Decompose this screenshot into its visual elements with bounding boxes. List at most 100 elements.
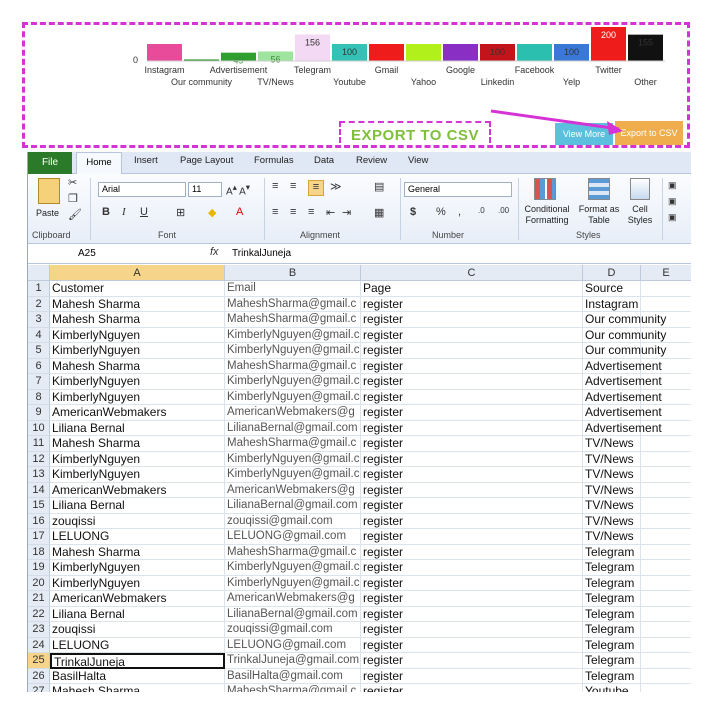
cell-page[interactable]: register: [361, 405, 583, 421]
cell-email[interactable]: MaheshSharma@gmail.c: [225, 684, 361, 692]
cell-customer[interactable]: Mahesh Sharma: [50, 544, 225, 560]
cell-source[interactable]: Youtube: [583, 684, 641, 692]
cell-page[interactable]: register: [361, 498, 583, 514]
tab-page-layout[interactable]: Page Layout: [180, 155, 233, 166]
tab-formulas[interactable]: Formulas: [254, 155, 294, 166]
cell-page[interactable]: register: [361, 544, 583, 560]
cell-empty[interactable]: [641, 452, 691, 467]
cell-email[interactable]: AmericanWebmakers@g: [225, 591, 361, 607]
column-header-e[interactable]: E: [641, 265, 691, 281]
align-middle-icon[interactable]: ≡: [290, 180, 296, 192]
cell-page[interactable]: register: [361, 312, 583, 328]
paste-label[interactable]: Paste: [36, 208, 59, 218]
cell-source[interactable]: Telegram: [583, 544, 641, 560]
cell-customer[interactable]: Mahesh Sharma: [50, 684, 225, 692]
cell-source[interactable]: TV/News: [583, 482, 641, 498]
cell-customer[interactable]: BasilHalta: [50, 668, 225, 684]
row-number[interactable]: 18: [28, 544, 50, 560]
tab-home[interactable]: Home: [76, 152, 122, 175]
row-number[interactable]: 17: [28, 529, 50, 545]
cell-source[interactable]: TV/News: [583, 529, 641, 545]
cell-customer[interactable]: zouqissi: [50, 513, 225, 529]
underline-icon[interactable]: U: [140, 206, 148, 218]
cell-styles-label[interactable]: Cell Styles: [624, 204, 656, 226]
cell-page[interactable]: register: [361, 622, 583, 638]
align-top-icon[interactable]: ≡: [272, 180, 278, 192]
cell-customer[interactable]: KimberlyNguyen: [50, 575, 225, 591]
cell-customer[interactable]: Mahesh Sharma: [50, 312, 225, 328]
cell-source[interactable]: Telegram: [583, 653, 641, 669]
cell-customer[interactable]: AmericanWebmakers: [50, 405, 225, 421]
cell-source[interactable]: Our community: [583, 343, 666, 359]
column-header-a[interactable]: A: [50, 265, 225, 281]
cell-page[interactable]: register: [361, 467, 583, 483]
cell-source[interactable]: Advertisement: [583, 405, 662, 421]
cell-source[interactable]: Telegram: [583, 560, 641, 576]
cell-customer[interactable]: Customer: [50, 281, 225, 297]
cell-email[interactable]: KimberlyNguyen@gmail.c: [225, 374, 361, 390]
cell-page[interactable]: register: [361, 482, 583, 498]
cell-page[interactable]: register: [361, 591, 583, 607]
cell-page[interactable]: register: [361, 575, 583, 591]
tab-insert[interactable]: Insert: [134, 155, 158, 166]
cell-page[interactable]: register: [361, 374, 583, 390]
cell-page[interactable]: register: [361, 296, 583, 312]
cell-page[interactable]: register: [361, 529, 583, 545]
wrap-text-icon[interactable]: ▤: [374, 180, 384, 193]
cell-customer[interactable]: KimberlyNguyen: [50, 451, 225, 467]
row-number[interactable]: 11: [28, 436, 50, 452]
cell-source[interactable]: Telegram: [583, 591, 641, 607]
view-more-button[interactable]: View More: [555, 123, 613, 145]
cell-source[interactable]: Advertisement: [583, 358, 662, 374]
row-number[interactable]: 22: [28, 606, 50, 622]
merge-center-icon[interactable]: ▦: [374, 206, 384, 219]
format-painter-icon[interactable]: 🖌: [68, 208, 82, 221]
cell-page[interactable]: register: [361, 420, 583, 436]
cell-page[interactable]: register: [361, 436, 583, 452]
cell-source[interactable]: Source: [583, 281, 641, 297]
cell-customer[interactable]: LELUONG: [50, 637, 225, 653]
align-left-icon[interactable]: ≡: [272, 206, 278, 218]
cell-source[interactable]: Advertisement: [583, 420, 662, 436]
row-number[interactable]: 21: [28, 591, 50, 607]
cell-page[interactable]: register: [361, 668, 583, 684]
cell-customer[interactable]: AmericanWebmakers: [50, 591, 225, 607]
cell-empty[interactable]: [641, 653, 691, 669]
cell-email[interactable]: KimberlyNguyen@gmail.c: [225, 389, 361, 405]
cell-empty[interactable]: [641, 576, 691, 591]
conditional-formatting-label[interactable]: Conditional Formatting: [522, 204, 572, 226]
cell-email[interactable]: KimberlyNguyen@gmail.c: [225, 467, 361, 483]
cell-page[interactable]: Page: [361, 281, 583, 297]
fill-color-icon[interactable]: ◆: [208, 206, 216, 219]
format-cells-icon[interactable]: ▣: [668, 212, 677, 223]
cell-email[interactable]: AmericanWebmakers@g: [225, 405, 361, 421]
cell-customer[interactable]: Mahesh Sharma: [50, 296, 225, 312]
cell-page[interactable]: register: [361, 343, 583, 359]
format-as-table-label[interactable]: Format as Table: [576, 204, 622, 226]
cell-email[interactable]: MaheshSharma@gmail.c: [225, 312, 361, 328]
row-number[interactable]: 14: [28, 482, 50, 498]
row-number[interactable]: 7: [28, 374, 50, 390]
cell-email[interactable]: LilianaBernal@gmail.com: [225, 498, 361, 514]
cell-source[interactable]: Advertisement: [583, 374, 662, 390]
cell-empty[interactable]: [641, 483, 691, 498]
cell-customer[interactable]: Liliana Bernal: [50, 498, 225, 514]
percent-icon[interactable]: %: [436, 206, 446, 218]
cell-email[interactable]: MaheshSharma@gmail.c: [225, 358, 361, 374]
cell-email[interactable]: KimberlyNguyen@gmail.c: [225, 343, 361, 359]
cell-email[interactable]: LilianaBernal@gmail.com: [225, 606, 361, 622]
row-number[interactable]: 24: [28, 637, 50, 653]
row-number[interactable]: 13: [28, 467, 50, 483]
row-number[interactable]: 16: [28, 513, 50, 529]
decrease-indent-icon[interactable]: ⇤: [326, 206, 335, 219]
cell-email[interactable]: zouqissi@gmail.com: [225, 513, 361, 529]
cell-customer[interactable]: Liliana Bernal: [50, 606, 225, 622]
bold-icon[interactable]: B: [102, 206, 110, 218]
cell-page[interactable]: register: [361, 389, 583, 405]
cell-email[interactable]: KimberlyNguyen@gmail.c: [225, 451, 361, 467]
row-number[interactable]: 8: [28, 389, 50, 405]
cell-email[interactable]: LilianaBernal@gmail.com: [225, 420, 361, 436]
cell-customer[interactable]: zouqissi: [50, 622, 225, 638]
cell-email[interactable]: BasilHalta@gmail.com: [225, 668, 361, 684]
cell-email[interactable]: KimberlyNguyen@gmail.c: [225, 560, 361, 576]
